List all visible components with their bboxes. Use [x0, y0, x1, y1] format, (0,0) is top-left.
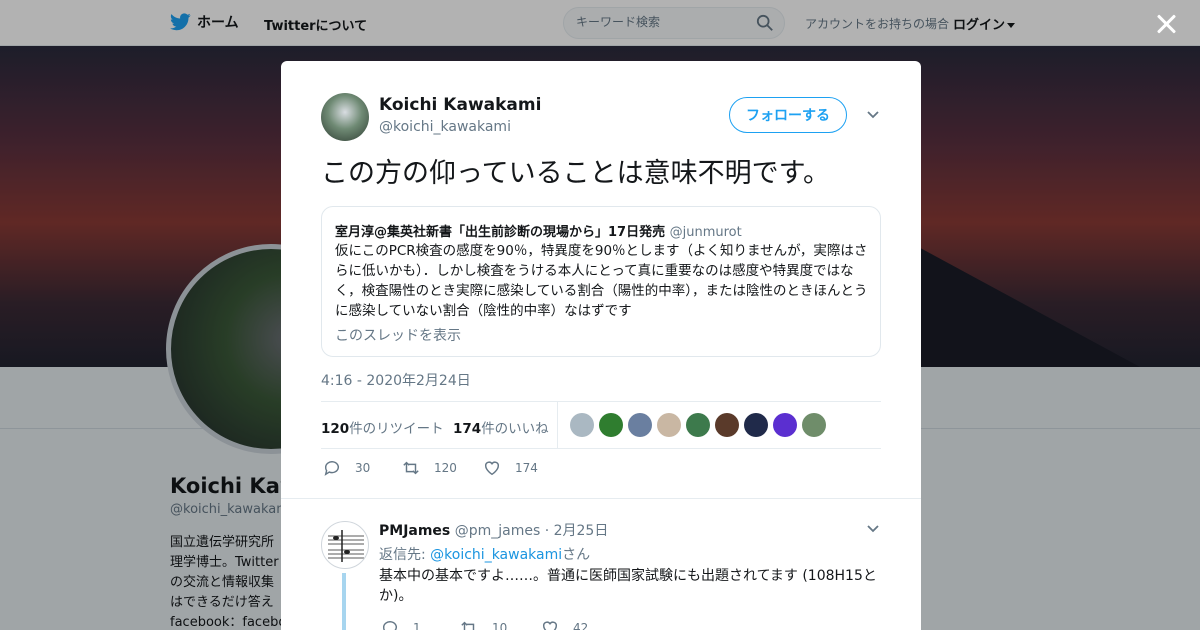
- liker-avatars: [570, 413, 831, 437]
- reply-text: 基本中の基本ですよ……。普通に医師国家試験にも出題されてます (108H15とか…: [379, 568, 877, 604]
- close-icon[interactable]: [1152, 10, 1180, 38]
- reply-icon: [382, 621, 397, 630]
- reply-to-line: 返信先: @koichi_kawakamiさん: [379, 544, 590, 564]
- reply-to-handle-link[interactable]: @koichi_kawakami: [430, 547, 562, 563]
- like-action-count: 174: [515, 461, 538, 475]
- liker-avatar[interactable]: [773, 413, 797, 437]
- like-count: 174: [453, 421, 482, 437]
- author-handle[interactable]: @koichi_kawakami: [379, 119, 511, 135]
- stats-divider: [557, 402, 558, 448]
- tweet-stats: 120件のリツイート 174件のいいね: [321, 401, 881, 449]
- quoted-tweet[interactable]: 室月淳@集英社新書「出生前診断の現場から」17日発売 @junmurot 仮にこ…: [321, 206, 881, 357]
- reply-retweet-count: 10: [492, 621, 508, 630]
- tweet-modal: Koichi Kawakami @koichi_kawakami フォローする …: [281, 61, 921, 630]
- reply-reply-action[interactable]: 1: [381, 619, 421, 630]
- sheet-music-avatar-icon: [328, 530, 364, 562]
- like-stat-label: 件のいいね: [481, 421, 549, 437]
- like-stat[interactable]: 174件のいいね: [453, 417, 549, 437]
- show-thread-link[interactable]: このスレッドを表示: [335, 325, 461, 345]
- quote-body: 仮にこのPCR検査の感度を90％，特異度を90％とします（よく知りませんが，実際…: [335, 243, 868, 319]
- reply-to-prefix: 返信先:: [379, 547, 431, 563]
- liker-avatar[interactable]: [599, 413, 623, 437]
- retweet-icon: [461, 621, 475, 630]
- reply-header: PMJames @pm_james · 2月25日: [379, 520, 608, 540]
- author-avatar[interactable]: [321, 93, 369, 141]
- liker-avatar[interactable]: [657, 413, 681, 437]
- reply-like-count: 42: [573, 621, 589, 630]
- retweet-count: 120: [321, 421, 350, 437]
- reply-icon: [324, 461, 339, 476]
- retweet-action[interactable]: 120: [402, 459, 457, 477]
- chevron-down-icon[interactable]: [866, 108, 880, 122]
- reply-actions: 1 10 42: [379, 619, 779, 630]
- quote-header: 室月淳@集英社新書「出生前診断の現場から」17日発売 @junmurot: [335, 221, 742, 240]
- reply-date[interactable]: · 2月25日: [545, 523, 609, 539]
- reply-avatar[interactable]: [321, 521, 369, 569]
- liker-avatar[interactable]: [628, 413, 652, 437]
- liker-avatar[interactable]: [570, 413, 594, 437]
- reply-to-suffix: さん: [562, 547, 591, 563]
- reply-action[interactable]: 30: [323, 459, 370, 477]
- reply-like-action[interactable]: 42: [541, 619, 588, 630]
- retweet-stat[interactable]: 120件のリツイート: [321, 417, 444, 437]
- reply-author-handle[interactable]: @pm_james: [455, 523, 541, 539]
- reply-reply-count: 1: [413, 621, 421, 630]
- reply-count: 30: [355, 461, 371, 475]
- tweet-timestamp[interactable]: 4:16 - 2020年2月24日: [321, 370, 471, 390]
- liker-avatar[interactable]: [686, 413, 710, 437]
- quote-handle: @junmurot: [669, 225, 742, 240]
- retweet-action-count: 120: [434, 461, 457, 475]
- retweet-icon: [403, 461, 419, 475]
- like-action[interactable]: 174: [483, 459, 538, 477]
- quote-author: 室月淳@集英社新書「出生前診断の現場から」17日発売: [335, 225, 666, 240]
- liker-avatar[interactable]: [802, 413, 826, 437]
- heart-icon: [542, 621, 558, 630]
- liker-avatar[interactable]: [715, 413, 739, 437]
- thread-line: [342, 573, 346, 630]
- follow-button[interactable]: フォローする: [729, 97, 847, 133]
- chevron-down-icon[interactable]: [866, 522, 880, 536]
- liker-avatar[interactable]: [744, 413, 768, 437]
- tweet-text: この方の仰っていることは意味不明です。: [321, 158, 830, 189]
- author-name[interactable]: Koichi Kawakami: [379, 95, 541, 115]
- replies-divider: [281, 498, 921, 508]
- tweet-actions: 30 120 174: [321, 459, 881, 481]
- retweet-stat-label: 件のリツイート: [349, 421, 444, 437]
- reply-retweet-action[interactable]: 10: [460, 619, 507, 630]
- heart-icon: [484, 461, 500, 476]
- reply-author-name[interactable]: PMJames: [379, 523, 450, 539]
